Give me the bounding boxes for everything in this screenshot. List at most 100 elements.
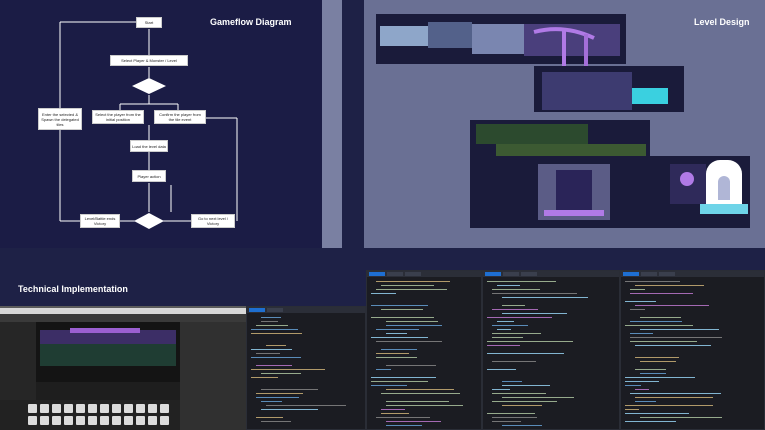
gameflow-panel: Gameflow Diagram Start Select Player & M… [0, 0, 322, 248]
sprite-tile [52, 404, 61, 413]
code-line [497, 321, 514, 322]
sprite-tile [88, 416, 97, 425]
code-line [630, 337, 722, 338]
sprite-tile [148, 404, 157, 413]
code-line [256, 365, 292, 366]
sprite-tile [160, 404, 169, 413]
code-line [376, 353, 409, 354]
sprite-tile [64, 416, 73, 425]
code-line [492, 401, 557, 402]
sprite-tile [64, 404, 73, 413]
code-line [371, 385, 407, 386]
code-line [251, 329, 298, 330]
level-boss-floor [544, 210, 604, 216]
code-line [386, 425, 422, 426]
code-line [251, 349, 292, 350]
code-line [630, 341, 697, 342]
editor-1-tabs [247, 307, 365, 313]
code-line [635, 357, 679, 358]
flow-end-right: Go to next level / Victory [191, 214, 235, 228]
code-line [256, 353, 280, 354]
unity-hierarchy [0, 322, 36, 412]
sprite-tile [76, 404, 85, 413]
code-line [487, 345, 520, 346]
sprite-tile [160, 416, 169, 425]
code-line [625, 413, 689, 414]
code-line [381, 309, 423, 310]
code-line [251, 369, 325, 370]
code-line [371, 337, 428, 338]
code-line [625, 421, 676, 422]
code-line [625, 281, 680, 282]
code-line [487, 369, 516, 370]
code-line [386, 401, 449, 402]
code-line [625, 325, 693, 326]
code-line [487, 281, 556, 282]
code-line [371, 381, 428, 382]
flow-mid-left: Select the player from the initial posit… [92, 110, 144, 124]
code-line [266, 345, 286, 346]
flow-player-action: Player action [132, 170, 166, 182]
flow-left-step: Enter the selected & Spawn the delegated… [38, 108, 82, 130]
code-line [261, 401, 282, 402]
code-line [487, 341, 573, 342]
code-line [502, 305, 525, 306]
code-line [251, 333, 302, 334]
code-line [376, 417, 430, 418]
code-line [376, 341, 442, 342]
code-line [256, 393, 303, 394]
code-line [381, 285, 434, 286]
code-line [635, 397, 713, 398]
code-line [492, 361, 536, 362]
code-line [386, 321, 438, 322]
code-line [635, 285, 704, 286]
sprite-tile [124, 404, 133, 413]
code-line [625, 405, 713, 406]
flow-select-player: Select Player & Monster / Level [110, 55, 188, 66]
sprite-tile [148, 416, 157, 425]
code-line [376, 289, 447, 290]
code-line [386, 405, 463, 406]
flow-start: Start [136, 17, 162, 28]
code-line [487, 413, 535, 414]
sprite-tile [76, 416, 85, 425]
code-line [251, 377, 278, 378]
code-line [640, 417, 722, 418]
vertical-divider [322, 0, 342, 248]
level-water [632, 88, 668, 104]
sprite-tile [40, 404, 49, 413]
sprite-tile [28, 416, 37, 425]
code-line [492, 389, 510, 390]
level-room-6 [476, 124, 588, 144]
unity-inspector [180, 322, 246, 430]
code-line [381, 409, 405, 410]
code-line [635, 401, 656, 402]
code-line [502, 397, 574, 398]
flow-decision-valid [132, 78, 166, 94]
code-line [625, 385, 641, 386]
level-room-3 [472, 24, 524, 54]
code-line [502, 405, 542, 406]
code-line [625, 409, 639, 410]
code-line [371, 305, 428, 306]
code-editor-2 [366, 270, 482, 430]
sprite-tile [40, 416, 49, 425]
code-line [261, 373, 301, 374]
editor-4-tabs [621, 271, 764, 277]
sprite-tile [124, 416, 133, 425]
code-line [502, 425, 542, 426]
tech-title: Technical Implementation [18, 284, 128, 294]
code-line [256, 417, 283, 418]
level-room-1 [380, 26, 428, 46]
code-line [376, 357, 417, 358]
code-line [492, 293, 577, 294]
level-room-5 [542, 72, 632, 110]
unity-scene-accent [70, 328, 140, 333]
sprite-tile [52, 416, 61, 425]
code-line [376, 281, 450, 282]
code-line [630, 289, 645, 290]
code-line [492, 393, 546, 394]
code-line [492, 417, 537, 418]
level-throne [556, 170, 592, 210]
editor-2-tabs [367, 271, 481, 277]
